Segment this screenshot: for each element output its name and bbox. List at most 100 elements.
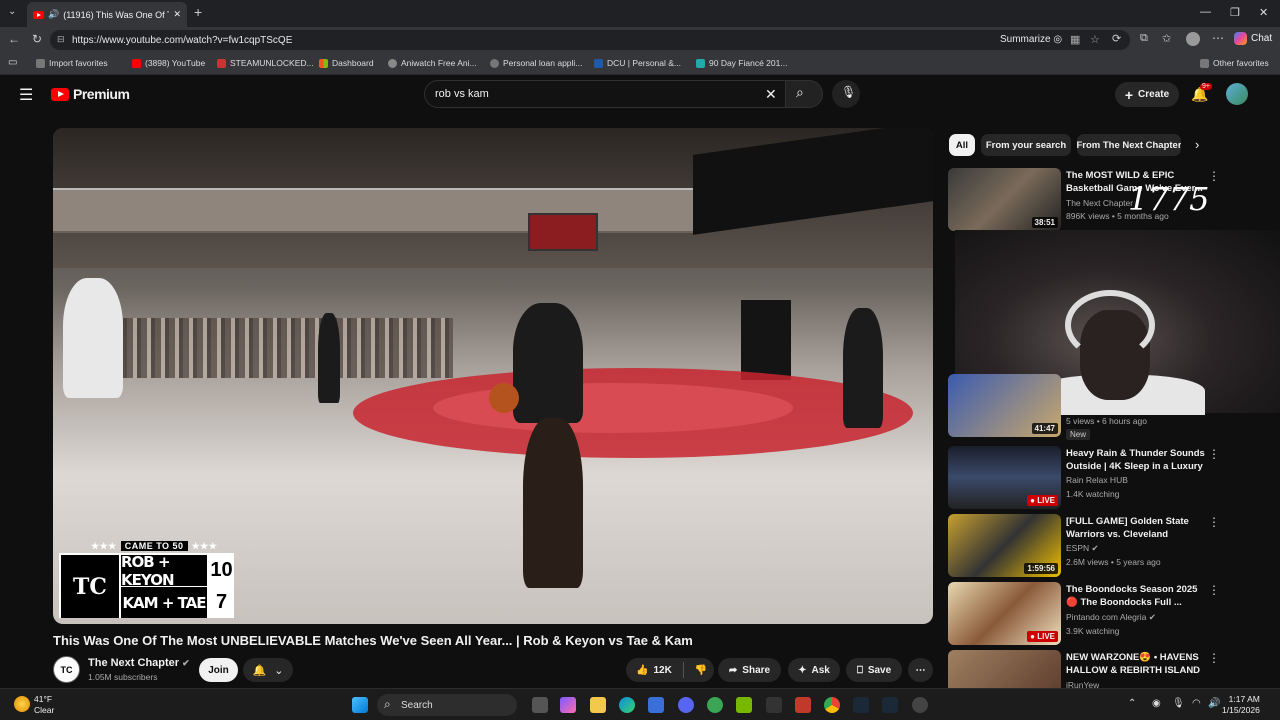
restore-icon[interactable]: ❐ xyxy=(1230,6,1240,19)
volume-icon[interactable]: 🔊 xyxy=(1208,698,1220,709)
app-icon[interactable] xyxy=(766,697,782,713)
youtube-premium-logo[interactable]: Premium xyxy=(51,86,130,102)
speaker-icon[interactable]: 🔊 xyxy=(48,9,59,20)
tv-icon xyxy=(696,58,705,68)
store-icon[interactable] xyxy=(648,697,664,713)
more-vert-icon[interactable]: ⋮ xyxy=(1208,651,1220,665)
bookmark-dcu[interactable]: DCU | Personal &... xyxy=(594,58,681,68)
address-bar[interactable]: ⊟ https://www.youtube.com/watch?v=fw1cqp… xyxy=(50,30,1130,50)
sidebar-thumbnail[interactable]: ● LIVE xyxy=(948,446,1061,509)
clear-search-icon[interactable]: ✕ xyxy=(765,86,777,103)
search-button[interactable]: ⌕ xyxy=(785,80,823,108)
steam-icon[interactable] xyxy=(882,697,898,713)
close-tab-icon[interactable]: ✕ xyxy=(173,9,181,20)
like-button[interactable]: 👍 12K xyxy=(636,665,672,676)
tray-chevron-icon[interactable]: ⌃ xyxy=(1128,698,1136,709)
save-button[interactable]: ⎕ Save xyxy=(846,658,902,682)
more-menu-icon[interactable]: ⋯ xyxy=(1212,31,1224,45)
subscription-bell-button[interactable]: 🔔 ⌄ xyxy=(243,658,293,682)
more-vert-icon[interactable]: ⋮ xyxy=(1208,447,1220,461)
bookmark-personal-loan[interactable]: Personal loan appli... xyxy=(490,58,582,68)
favorite-star-icon[interactable]: ☆ xyxy=(1090,33,1100,46)
account-avatar[interactable] xyxy=(1226,83,1248,105)
more-actions-button[interactable]: ⋯ xyxy=(908,658,933,682)
live-badge: ● LIVE xyxy=(1027,495,1058,506)
copilot-app-icon[interactable] xyxy=(560,697,576,713)
sidebar-video-title[interactable]: NEW WARZONE😍 • HAVENS HALLOW & REBIRTH I… xyxy=(1066,651,1206,677)
clock[interactable]: 1:17 AM 1/15/2026 xyxy=(1222,694,1260,716)
sidebar-video-title[interactable]: Heavy Rain & Thunder Sounds Outside | 4K… xyxy=(1066,447,1206,473)
bookmark-aniwatch[interactable]: Aniwatch Free Ani... xyxy=(388,58,477,68)
hamburger-menu-icon[interactable]: ☰ xyxy=(19,85,33,105)
file-explorer-icon[interactable] xyxy=(590,697,606,713)
chip-from-your-search[interactable]: From your search xyxy=(981,134,1071,156)
favorites-icon[interactable]: ✩ xyxy=(1162,32,1171,45)
bookmark-steamunlocked[interactable]: STEAMUNLOCKED... xyxy=(217,58,314,68)
refresh-icon[interactable]: ↻ xyxy=(32,32,42,46)
chip-from-the-next-chapter[interactable]: From The Next Chapter xyxy=(1077,134,1181,156)
new-tab-button[interactable]: + xyxy=(194,4,202,20)
split-screen-icon[interactable]: ⧉ xyxy=(1140,32,1148,45)
chip-all[interactable]: All xyxy=(949,134,975,156)
ask-button[interactable]: ✦ Ask xyxy=(788,658,840,682)
tray-app-icon[interactable]: ◉ xyxy=(1152,698,1161,709)
weather-widget[interactable]: 41°F Clear xyxy=(34,694,54,716)
sidebar-channel-name[interactable]: iRunYew xyxy=(1066,680,1099,688)
active-tab[interactable]: 🔊 (11916) This Was One Of The ✕ xyxy=(27,2,187,27)
steam-icon[interactable] xyxy=(853,697,869,713)
summarize-button[interactable]: Summarize ◎ xyxy=(1000,34,1062,45)
discord-icon[interactable] xyxy=(678,697,694,713)
sidebar-thumbnail[interactable] xyxy=(948,650,1061,688)
sidebar-video-title[interactable]: [FULL GAME] Golden State Warriors vs. Cl… xyxy=(1066,515,1206,541)
site-info-icon[interactable]: ⊟ xyxy=(57,34,65,45)
bookmark-youtube[interactable]: (3898) YouTube xyxy=(132,58,205,68)
extensions-icon[interactable]: ⟳ xyxy=(1112,32,1121,45)
join-button[interactable]: Join xyxy=(199,658,238,682)
chrome-icon[interactable] xyxy=(824,697,840,713)
wifi-icon[interactable]: ◠ xyxy=(1192,698,1201,709)
microphone-icon[interactable]: 🎙 xyxy=(1172,698,1185,709)
sidebar-toggle-icon[interactable]: ▭ xyxy=(8,57,17,68)
more-vert-icon[interactable]: ⋮ xyxy=(1208,583,1220,597)
nvidia-icon[interactable] xyxy=(736,697,752,713)
task-view-icon[interactable] xyxy=(532,697,548,713)
channel-avatar[interactable]: TC xyxy=(53,656,80,683)
share-button[interactable]: ➦ Share xyxy=(718,658,781,682)
profile-avatar[interactable] xyxy=(1186,32,1200,46)
sidebar-thumbnail[interactable]: ● LIVE xyxy=(948,582,1061,645)
minimize-icon[interactable]: — xyxy=(1200,6,1211,18)
channel-name[interactable]: The Next Chapter ✔ xyxy=(88,657,190,669)
voice-search-button[interactable]: 🎙 xyxy=(832,80,860,108)
edge-browser-icon[interactable] xyxy=(619,697,635,713)
taskbar-search[interactable]: ⌕ Search xyxy=(377,694,517,716)
weather-moon-icon[interactable] xyxy=(14,696,30,712)
bookmark-90-day[interactable]: 90 Day Fiancé 201... xyxy=(696,58,787,68)
create-button[interactable]: + Create xyxy=(1115,82,1179,107)
back-icon[interactable]: ← xyxy=(8,32,20,46)
sidebar-channel-name[interactable]: The Next Chapter xyxy=(1066,198,1133,208)
sidebar-channel-name[interactable]: ESPN ✔ xyxy=(1066,543,1099,554)
sidebar-channel-name[interactable]: Pintando com Alegria ✔ xyxy=(1066,612,1156,623)
app-icon[interactable] xyxy=(707,697,723,713)
sidebar-channel-name[interactable]: Rain Relax HUB xyxy=(1066,475,1128,485)
close-window-icon[interactable]: ✕ xyxy=(1259,6,1268,19)
search-input[interactable]: rob vs kam ✕ xyxy=(424,80,790,108)
bookmark-dashboard[interactable]: Dashboard xyxy=(319,58,374,68)
more-vert-icon[interactable]: ⋮ xyxy=(1208,169,1220,183)
copilot-chat-button[interactable]: Chat xyxy=(1234,32,1272,45)
app-icon[interactable] xyxy=(912,697,928,713)
dislike-button[interactable]: 👎 xyxy=(695,665,707,676)
sidebar-thumbnail[interactable]: 41:47 xyxy=(948,374,1061,437)
bookmark-import[interactable]: Import favorites xyxy=(36,58,108,68)
other-favorites[interactable]: Other favorites xyxy=(1200,58,1269,68)
sidebar-video-title[interactable]: The Boondocks Season 2025 🔴 The Boondock… xyxy=(1066,583,1206,609)
tab-list-chevron-icon[interactable]: ⌄ xyxy=(8,6,16,17)
sidebar-thumbnail[interactable]: 38:51 xyxy=(948,168,1061,231)
more-vert-icon[interactable]: ⋮ xyxy=(1208,515,1220,529)
app-icon[interactable] xyxy=(795,697,811,713)
chevron-right-icon[interactable]: › xyxy=(1195,137,1199,152)
video-player[interactable]: ★★★ CAME TO 50 ★★★ TC ROB + KEYON 10 KAM +… xyxy=(53,128,933,624)
sidebar-thumbnail[interactable]: 1:59:56 xyxy=(948,514,1061,577)
reader-icon[interactable]: ▦ xyxy=(1070,33,1080,46)
windows-start-icon[interactable] xyxy=(352,697,368,713)
